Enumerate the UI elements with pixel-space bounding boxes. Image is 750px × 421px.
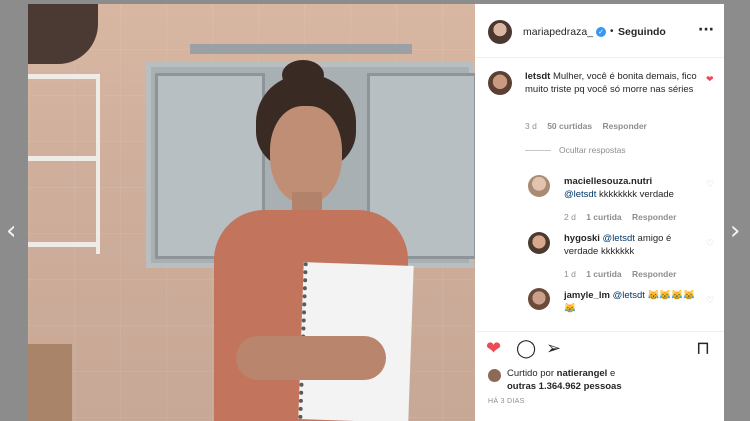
comment-time: 3 d <box>525 121 537 131</box>
comment-username[interactable]: letsdt <box>525 71 550 82</box>
reply-meta: 2 d 1 curtida Responder <box>564 212 684 222</box>
reply-likes[interactable]: 1 curtida <box>586 212 621 222</box>
comment-likes[interactable]: 50 curtidas <box>547 121 592 131</box>
reply-username[interactable]: hygoski <box>564 233 600 244</box>
reply-time: 2 d <box>564 212 576 222</box>
hide-replies-button[interactable]: Ocultar respostas <box>559 145 626 155</box>
reply-username[interactable]: maciellesouza.nutri <box>564 176 652 187</box>
post-modal: mariapedraza_ ✓ • Seguindo ··· letsdt Mu… <box>28 4 724 421</box>
post-actions: ❤ ◯ ➢ ⊓ Curtido por natierangel e outras… <box>475 331 724 421</box>
next-post-arrow[interactable]: › <box>730 218 740 244</box>
comment-like-icon[interactable]: ❤ <box>706 75 714 85</box>
share-button[interactable]: ➢ <box>546 340 561 358</box>
reply-likes[interactable]: 1 curtida <box>586 269 621 279</box>
separator-dot: • <box>610 26 614 37</box>
reply-mention[interactable]: @letsdt <box>603 233 635 244</box>
reply-reply-button[interactable]: Responder <box>632 269 676 279</box>
post-timestamp[interactable]: HÁ 3 DIAS <box>488 398 525 405</box>
reply-like-icon[interactable]: ♡ <box>706 296 714 306</box>
reply-avatar[interactable] <box>528 288 550 310</box>
comment-reply-button[interactable]: Responder <box>602 121 646 131</box>
hide-replies-divider <box>525 150 551 151</box>
reply-avatar[interactable] <box>528 232 550 254</box>
liker-avatar[interactable] <box>488 369 501 382</box>
reply-text: hygoski @letsdt amigo é verdade kkkkkkk <box>564 233 672 257</box>
save-button[interactable]: ⊓ <box>696 340 710 358</box>
like-button[interactable]: ❤ <box>486 340 501 358</box>
post-side-panel: mariapedraza_ ✓ • Seguindo ··· letsdt Mu… <box>475 4 724 421</box>
prev-post-arrow[interactable]: ‹ <box>6 218 16 244</box>
comment-meta: 3 d 50 curtidas Responder <box>525 121 655 131</box>
comment-avatar[interactable] <box>488 71 512 95</box>
reply-mention[interactable]: @letsdt <box>613 290 645 301</box>
verified-badge-icon: ✓ <box>596 27 606 37</box>
comments-list: letsdt Mulher, você é bonita demais, fic… <box>475 59 724 331</box>
reply-username[interactable]: jamyle_lm <box>564 290 610 301</box>
author-username[interactable]: mariapedraza_ <box>523 26 593 38</box>
more-options-icon[interactable]: ··· <box>698 22 714 38</box>
reply-mention[interactable]: @letsdt <box>564 189 596 200</box>
reply-text: maciellesouza.nutri @letsdt kkkkkkkk ver… <box>564 176 674 200</box>
likes-count[interactable]: outras 1.364.962 pessoas <box>507 380 622 393</box>
likes-summary: Curtido por natierangel e <box>507 368 616 379</box>
post-header: mariapedraza_ ✓ • Seguindo ··· <box>475 4 724 58</box>
author-avatar[interactable] <box>488 20 512 44</box>
reply-time: 1 d <box>564 269 576 279</box>
reply-text: jamyle_lm @letsdt 😹😹😹😹😹 <box>564 290 695 314</box>
comment-button[interactable]: ◯ <box>516 340 536 358</box>
liker-username[interactable]: natierangel <box>557 368 608 379</box>
reply-meta: 1 d 1 curtida Responder <box>564 269 684 279</box>
reply-like-icon[interactable]: ♡ <box>706 239 714 249</box>
reply-reply-button[interactable]: Responder <box>632 212 676 222</box>
following-button[interactable]: Seguindo <box>618 26 666 38</box>
comment-text: letsdt Mulher, você é bonita demais, fic… <box>525 71 697 95</box>
reply-avatar[interactable] <box>528 175 550 197</box>
post-photo <box>28 4 475 421</box>
reply-like-icon[interactable]: ♡ <box>706 180 714 190</box>
